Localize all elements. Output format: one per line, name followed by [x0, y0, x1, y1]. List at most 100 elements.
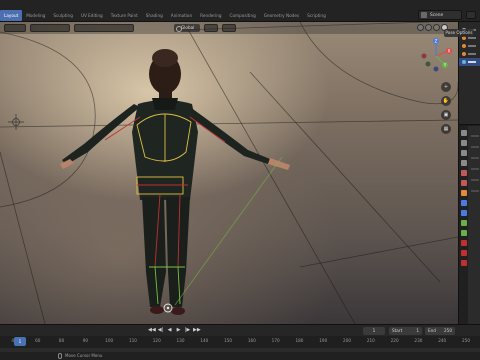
start-frame-value: 1: [416, 328, 419, 333]
data-tab-icon[interactable]: [460, 240, 467, 246]
scene-tab-icon[interactable]: [460, 170, 467, 176]
snap-button[interactable]: [222, 24, 236, 32]
properties-panel[interactable]: [458, 126, 480, 324]
ruler-tick-label: 100: [105, 338, 114, 343]
ruler-tick-label: 170: [271, 338, 280, 343]
mouse-icon: [58, 353, 62, 359]
texture-tab-icon[interactable]: [460, 260, 467, 266]
outliner-row-selected[interactable]: [459, 58, 480, 66]
end-frame-value: 250: [444, 328, 452, 333]
material-shading-icon[interactable]: [433, 24, 440, 31]
modifier-tab-icon[interactable]: [460, 200, 467, 206]
ruler-tick-label: 120: [152, 338, 161, 343]
tab-animation[interactable]: Animation: [167, 10, 196, 21]
outliner-row[interactable]: [459, 50, 480, 58]
mode-selector[interactable]: [30, 24, 70, 32]
ruler-tick-label: 190: [319, 338, 328, 343]
output-tab-icon[interactable]: [460, 150, 467, 156]
next-keyframe-icon[interactable]: |▶: [184, 327, 191, 334]
tab-layout[interactable]: Layout: [0, 10, 23, 21]
tab-rendering[interactable]: Rendering: [196, 10, 225, 21]
tab-texture-paint[interactable]: Texture Paint: [107, 10, 142, 21]
ruler-tick-label: 80: [58, 338, 65, 343]
tab-uv-editing[interactable]: UV Editing: [77, 10, 107, 21]
jump-start-icon[interactable]: ◀◀: [148, 327, 156, 334]
timeline-header: ◀◀ ◀| ◀ ▶ |▶ ▶▶ 1 Start 1 End 250: [0, 324, 480, 336]
view-layer-tab-icon[interactable]: [460, 160, 467, 166]
wireframe-shading-icon[interactable]: [417, 24, 424, 31]
solid-shading-icon[interactable]: [425, 24, 432, 31]
ruler-tick-label: 210: [366, 338, 375, 343]
scene-selector[interactable]: Scene: [418, 10, 462, 20]
outliner-panel[interactable]: [458, 22, 480, 125]
properties-content: [469, 126, 480, 324]
end-frame-label: End: [428, 328, 436, 333]
scene-label: Scene: [430, 12, 444, 18]
ruler-tick-label: 60: [35, 338, 41, 343]
outliner-row[interactable]: [459, 42, 480, 50]
3d-cursor: [8, 114, 24, 130]
tab-scripting[interactable]: Scripting: [303, 10, 330, 21]
playhead[interactable]: 1: [14, 337, 26, 346]
properties-tabs: [459, 126, 468, 324]
editor-type-button[interactable]: [4, 24, 26, 32]
timeline-ruler[interactable]: 4060809010011012013014015016017018019020…: [0, 336, 480, 348]
pivot-point-button[interactable]: [204, 24, 218, 32]
constraints-tab-icon[interactable]: [460, 230, 467, 236]
3d-viewport[interactable]: [0, 22, 458, 324]
jump-end-icon[interactable]: ▶▶: [193, 327, 201, 334]
svg-text:Y: Y: [443, 63, 447, 68]
navigation-gizmo[interactable]: Z X Y: [418, 36, 456, 72]
object-tab-icon[interactable]: [460, 190, 467, 196]
physics-tab-icon[interactable]: [460, 220, 467, 226]
end-frame-field[interactable]: End 250: [425, 327, 455, 335]
top-menu-bar: Layout Modeling Sculpting UV Editing Texture…: [0, 0, 480, 22]
tab-shading[interactable]: Shading: [142, 10, 167, 21]
tab-sculpting[interactable]: Sculpting: [49, 10, 77, 21]
current-frame-field[interactable]: 1: [363, 327, 385, 335]
tab-compositing[interactable]: Compositing: [226, 10, 260, 21]
playback-controls: ◀◀ ◀| ◀ ▶ |▶ ▶▶: [148, 327, 201, 334]
workspace-tabs: Layout Modeling Sculpting UV Editing Texture…: [0, 10, 330, 21]
ruler-tick-label: 130: [176, 338, 185, 343]
render-tab-icon[interactable]: [460, 140, 467, 146]
material-tab-icon[interactable]: [460, 250, 467, 256]
ruler-tick-label: 240: [438, 338, 447, 343]
transform-orientation-select[interactable]: Global: [174, 24, 200, 32]
tab-modeling[interactable]: Modeling: [22, 10, 49, 21]
ruler-tick-label: 150: [224, 338, 233, 343]
world-tab-icon[interactable]: [460, 180, 467, 186]
character-model: [60, 49, 290, 315]
ruler-tick-label: 230: [414, 338, 423, 343]
ruler-tick-label: 90: [82, 338, 89, 343]
ruler-tick-label: 160: [247, 338, 256, 343]
scene-icon: [421, 12, 427, 18]
svg-text:X: X: [448, 49, 451, 54]
status-text: Move Cursor Menu: [65, 353, 103, 358]
svg-text:Z: Z: [435, 39, 438, 44]
prev-keyframe-icon[interactable]: ◀|: [157, 327, 164, 334]
viewport-scene: [0, 22, 458, 324]
tool-tab-icon[interactable]: [460, 130, 467, 136]
viewport-header: Global: [0, 22, 458, 34]
particles-tab-icon[interactable]: [460, 210, 467, 216]
ruler-tick-label: 140: [200, 338, 209, 343]
status-bar: Move Cursor Menu: [0, 352, 480, 360]
ruler-tick-label: 110: [128, 338, 137, 343]
ruler-tick-label: 220: [390, 338, 399, 343]
start-frame-label: Start: [392, 328, 403, 333]
play-icon[interactable]: ▶: [175, 327, 182, 334]
ruler-tick-label: 180: [295, 338, 304, 343]
zoom-icon[interactable]: +: [441, 82, 451, 92]
ruler-tick-label: 200: [343, 338, 352, 343]
camera-icon[interactable]: ▣: [441, 110, 451, 120]
start-frame-field[interactable]: Start 1: [389, 327, 422, 335]
ruler-tick-label: 250: [462, 338, 470, 343]
pan-hand-icon[interactable]: ✋: [441, 96, 451, 106]
view-layer-button[interactable]: [466, 11, 476, 19]
view-menus[interactable]: [74, 24, 134, 32]
grid-perspective-icon[interactable]: ▦: [441, 124, 451, 134]
tab-geometry-nodes[interactable]: Geometry Nodes: [260, 10, 303, 21]
play-reverse-icon[interactable]: ◀: [166, 327, 173, 334]
viewport-navigation-tools: + ✋ ▣ ▦: [441, 82, 453, 138]
